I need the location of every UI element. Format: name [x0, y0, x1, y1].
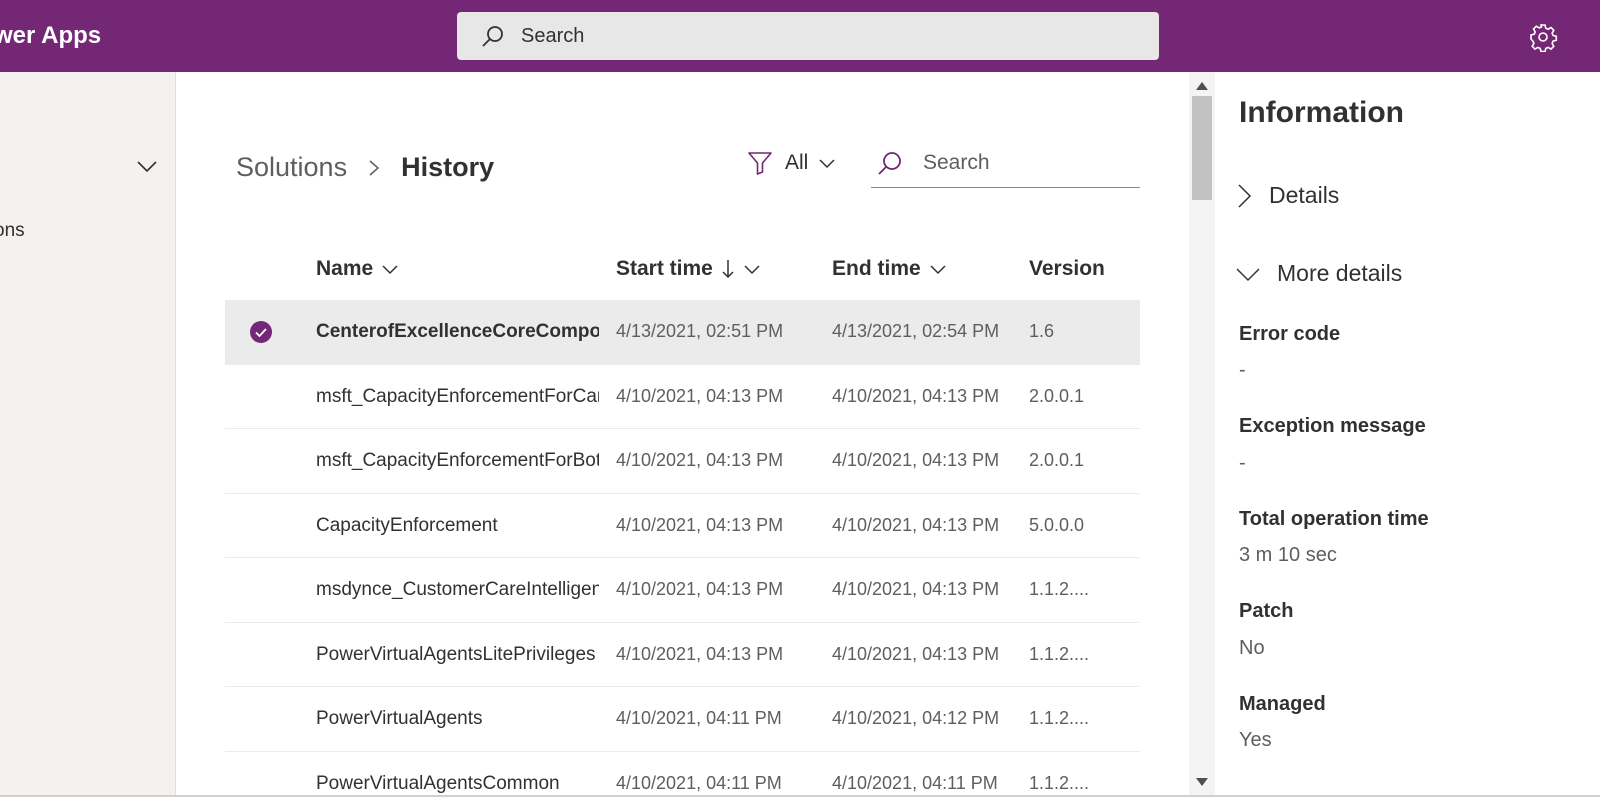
row-name[interactable]: msdynce_CustomerCareIntelligence — [316, 579, 599, 601]
table-row[interactable]: msft_CapacityEnforcementForBots 4/10/202… — [225, 429, 1140, 494]
row-name[interactable]: PowerVirtualAgentsLitePrivileges — [316, 644, 599, 666]
row-end-time: 4/10/2021, 04:13 PM — [832, 450, 1000, 470]
scroll-up-arrow-icon[interactable] — [1196, 82, 1208, 90]
list-search-input[interactable]: Search — [871, 138, 1140, 188]
total-operation-time-value: 3 m 10 sec — [1239, 544, 1337, 566]
history-table: Name Start time End time Version Centero… — [225, 238, 1140, 797]
chevron-down-icon — [930, 265, 946, 275]
row-end-time: 4/10/2021, 04:13 PM — [832, 514, 1000, 535]
main-content: Solutions History All Search Name Start … — [177, 72, 1189, 797]
chevron-right-icon — [369, 159, 380, 176]
row-name[interactable]: CapacityEnforcement — [316, 515, 599, 537]
row-end-time: 4/10/2021, 04:13 PM — [832, 643, 1000, 664]
table-row[interactable]: CenterofExcellenceCoreComponents 4/13/20… — [225, 300, 1140, 365]
row-version: 2.0.0.1 — [1029, 450, 1085, 470]
exception-message-label: Exception message — [1239, 415, 1426, 437]
breadcrumb-solutions-link[interactable]: Solutions — [236, 152, 347, 183]
gear-icon[interactable] — [1528, 22, 1558, 52]
search-icon — [482, 26, 503, 47]
table-row[interactable]: PowerVirtualAgents 4/10/2021, 04:11 PM 4… — [225, 687, 1140, 752]
row-version: 1.1.2.... — [1029, 772, 1090, 793]
checkmark-circle-icon[interactable] — [249, 320, 273, 344]
patch-label: Patch — [1239, 600, 1294, 622]
row-end-time: 4/10/2021, 04:13 PM — [832, 579, 1000, 599]
row-start-time: 4/10/2021, 04:13 PM — [616, 643, 784, 664]
row-name[interactable]: msft_CapacityEnforcementForBots — [316, 450, 599, 472]
list-search-placeholder: Search — [923, 150, 990, 174]
row-version: 1.1.2.... — [1029, 643, 1090, 664]
table-row[interactable]: PowerVirtualAgentsCommon 4/10/2021, 04:1… — [225, 752, 1140, 797]
table-row[interactable]: msft_CapacityEnforcementForCanvas 4/10/2… — [225, 365, 1140, 429]
search-icon — [878, 151, 901, 175]
breadcrumb: Solutions History — [236, 152, 494, 183]
row-start-time: 4/10/2021, 04:13 PM — [616, 579, 784, 599]
chevron-right-icon — [1238, 183, 1252, 208]
scrollbar-thumb[interactable] — [1192, 96, 1212, 200]
nav-item-solutions[interactable]: ons — [0, 220, 25, 242]
arrow-down-icon — [722, 260, 734, 279]
error-code-value: - — [1239, 359, 1246, 381]
row-name[interactable]: msft_CapacityEnforcementForCanvas — [316, 386, 599, 408]
column-header-start-time[interactable]: Start time — [616, 257, 761, 281]
row-start-time: 4/10/2021, 04:13 PM — [616, 385, 784, 406]
row-end-time: 4/10/2021, 04:12 PM — [832, 708, 1000, 728]
row-version: 1.1.2.... — [1029, 579, 1090, 599]
scroll-down-arrow-icon[interactable] — [1196, 778, 1208, 786]
chevron-down-icon — [382, 265, 398, 275]
managed-value: Yes — [1239, 729, 1272, 751]
page-title: History — [401, 152, 495, 182]
table-row[interactable]: CapacityEnforcement 4/10/2021, 04:13 PM … — [225, 494, 1140, 558]
error-code-label: Error code — [1239, 323, 1341, 345]
row-version: 1.6 — [1029, 321, 1055, 341]
row-start-time: 4/13/2021, 02:51 PM — [616, 321, 784, 341]
chevron-down-icon — [819, 159, 835, 169]
row-name[interactable]: PowerVirtualAgentsCommon — [316, 773, 599, 795]
filter-label: All — [785, 151, 809, 174]
column-header-end-time[interactable]: End time — [832, 257, 947, 281]
row-version: 5.0.0.0 — [1029, 514, 1085, 535]
row-start-time: 4/10/2021, 04:13 PM — [616, 514, 784, 535]
chevron-down-icon — [1236, 267, 1260, 281]
chevron-down-icon[interactable] — [135, 154, 159, 178]
row-version: 2.0.0.1 — [1029, 385, 1085, 406]
managed-label: Managed — [1239, 693, 1326, 715]
details-label: Details — [1269, 182, 1340, 208]
table-header: Name Start time End time Version — [225, 238, 1140, 300]
row-end-time: 4/10/2021, 04:13 PM — [832, 385, 1000, 406]
app-name[interactable]: wer Apps — [0, 22, 101, 50]
more-details-label: More details — [1277, 260, 1403, 286]
chevron-down-icon — [744, 265, 760, 275]
row-start-time: 4/10/2021, 04:11 PM — [616, 772, 782, 793]
table-row[interactable]: PowerVirtualAgentsLitePrivileges 4/10/20… — [225, 623, 1140, 687]
more-details-section-toggle[interactable]: More details — [1235, 260, 1402, 287]
information-panel: Information Details More details Error c… — [1215, 72, 1600, 797]
top-bar: wer Apps Search — [0, 0, 1600, 72]
row-version: 1.1.2.... — [1029, 708, 1090, 728]
panel-title: Information — [1239, 96, 1404, 129]
table-row[interactable]: msdynce_CustomerCareIntelligence 4/10/20… — [225, 558, 1140, 623]
column-header-version[interactable]: Version — [1029, 257, 1105, 281]
total-operation-time-label: Total operation time — [1239, 508, 1429, 530]
global-search-placeholder: Search — [521, 24, 585, 47]
row-end-time: 4/13/2021, 02:54 PM — [832, 321, 1000, 341]
row-start-time: 4/10/2021, 04:13 PM — [616, 450, 784, 470]
patch-value: No — [1239, 637, 1265, 659]
vertical-scrollbar[interactable] — [1189, 72, 1215, 797]
row-start-time: 4/10/2021, 04:11 PM — [616, 708, 782, 728]
left-nav: ons — [0, 72, 176, 797]
global-search-box[interactable]: Search — [457, 12, 1159, 60]
details-section-toggle[interactable]: Details — [1235, 182, 1339, 209]
filter-dropdown[interactable]: All — [747, 150, 836, 176]
filter-icon — [748, 152, 772, 175]
row-end-time: 4/10/2021, 04:11 PM — [832, 772, 998, 793]
row-name[interactable]: CenterofExcellenceCoreComponents — [316, 321, 599, 343]
row-name[interactable]: PowerVirtualAgents — [316, 708, 599, 730]
column-header-name[interactable]: Name — [316, 257, 399, 281]
exception-message-value: - — [1239, 452, 1246, 474]
